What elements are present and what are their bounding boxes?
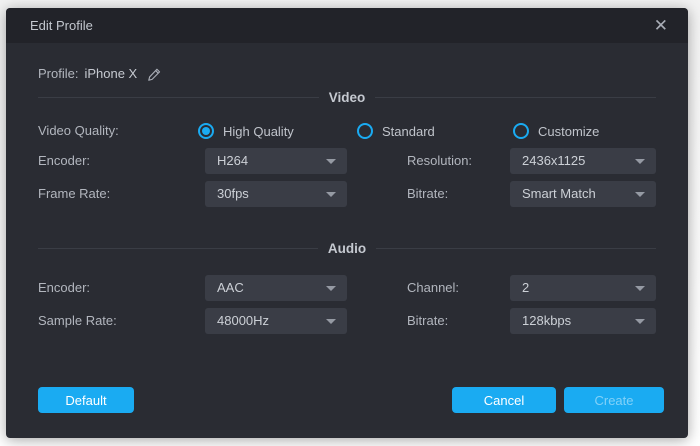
radio-customize[interactable]: Customize [513,122,599,140]
radio-button-icon [198,123,214,139]
video-bitrate-dropdown[interactable]: Smart Match [510,181,656,207]
edit-pencil-icon[interactable] [147,67,162,82]
profile-row: Profile: iPhone X [38,62,162,86]
dialog-titlebar: Edit Profile ✕ [6,8,688,43]
video-bitrate-value: Smart Match [522,181,596,207]
divider-line [38,97,319,98]
edit-profile-dialog: Edit Profile ✕ Profile: iPhone X Video V… [6,8,688,438]
profile-name: iPhone X [84,62,137,86]
audio-samplerate-dropdown[interactable]: 48000Hz [205,308,347,334]
chevron-down-icon [326,319,336,324]
chevron-down-icon [326,286,336,291]
audio-channel-value: 2 [522,275,529,301]
chevron-down-icon [635,192,645,197]
audio-encoder-value: AAC [217,275,244,301]
video-section-title: Video [329,90,366,105]
radio-high-quality[interactable]: High Quality [198,122,294,140]
chevron-down-icon [635,319,645,324]
chevron-down-icon [326,159,336,164]
video-resolution-value: 2436x1125 [522,148,585,174]
audio-channel-label: Channel: [407,275,459,301]
radio-button-icon [513,123,529,139]
radio-standard-label: Standard [382,124,435,139]
video-resolution-label: Resolution: [407,148,472,174]
video-resolution-dropdown[interactable]: 2436x1125 [510,148,656,174]
video-encoder-value: H264 [217,148,248,174]
audio-bitrate-value: 128kbps [522,308,571,334]
audio-row-2: Sample Rate: 48000Hz Bitrate: 128kbps [6,308,688,334]
radio-standard[interactable]: Standard [357,122,435,140]
screen-background: Edit Profile ✕ Profile: iPhone X Video V… [0,0,700,446]
video-framerate-value: 30fps [217,181,249,207]
video-framerate-label: Frame Rate: [38,181,110,207]
divider-line [376,248,656,249]
audio-encoder-dropdown[interactable]: AAC [205,275,347,301]
video-row-1: Encoder: H264 Resolution: 2436x1125 [6,148,688,174]
chevron-down-icon [635,286,645,291]
radio-button-icon [357,123,373,139]
divider-line [375,97,656,98]
chevron-down-icon [635,159,645,164]
dialog-footer: Default Cancel Create [6,387,688,413]
radio-high-quality-label: High Quality [223,124,294,139]
audio-samplerate-label: Sample Rate: [38,308,117,334]
radio-customize-label: Customize [538,124,599,139]
video-row-2: Frame Rate: 30fps Bitrate: Smart Match [6,181,688,207]
audio-samplerate-value: 48000Hz [217,308,269,334]
video-quality-label: Video Quality: [38,122,119,140]
audio-row-1: Encoder: AAC Channel: 2 [6,275,688,301]
video-quality-row: Video Quality: High Quality Standard Cus… [6,122,688,140]
video-bitrate-label: Bitrate: [407,181,448,207]
profile-label: Profile: [38,62,78,86]
video-framerate-dropdown[interactable]: 30fps [205,181,347,207]
audio-encoder-label: Encoder: [38,275,90,301]
default-button[interactable]: Default [38,387,134,413]
cancel-button[interactable]: Cancel [452,387,556,413]
divider-line [38,248,318,249]
chevron-down-icon [326,192,336,197]
audio-channel-dropdown[interactable]: 2 [510,275,656,301]
audio-section-title: Audio [328,241,366,256]
create-button[interactable]: Create [564,387,664,413]
audio-bitrate-label: Bitrate: [407,308,448,334]
close-icon[interactable]: ✕ [650,8,672,43]
video-encoder-dropdown[interactable]: H264 [205,148,347,174]
dialog-title: Edit Profile [30,8,93,43]
video-encoder-label: Encoder: [38,148,90,174]
audio-bitrate-dropdown[interactable]: 128kbps [510,308,656,334]
audio-section-header: Audio [38,240,656,256]
video-section-header: Video [38,89,656,105]
